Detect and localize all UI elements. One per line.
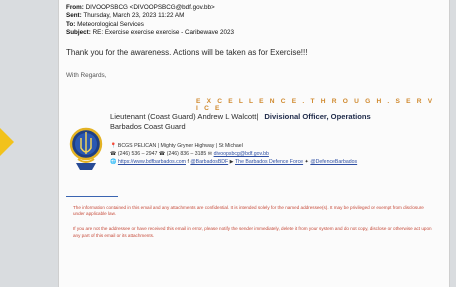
- left-arrow-icon: [0, 128, 14, 156]
- officer-name: Lieutenant (Coast Guard) Andrew L Walcot…: [110, 111, 259, 121]
- contact-details: 📍 BCGS PELICAN | Mighty Gryner Highway |…: [110, 142, 357, 166]
- sent-value: Thursday, March 23, 2023 11:22 AM: [83, 12, 185, 20]
- address-text: BCGS PELICAN | Mighty Gryner Highway | S…: [117, 142, 243, 149]
- email-body: Thank you for the awareness. Actions wil…: [59, 38, 449, 239]
- from-row: From: DIVOOPSBCG <DIVOOPSBCG@bdf.gov.bb>: [66, 4, 215, 11]
- to-value: Meteorological Services: [77, 20, 144, 28]
- facebook-link[interactable]: @BarbadosBDF: [190, 159, 228, 165]
- officer-name-line: Lieutenant (Coast Guard) Andrew L Walcot…: [110, 112, 371, 121]
- signature-block: E X C E L L E N C E . T H R O U G H . S …: [66, 98, 442, 208]
- phone-text: (246) 536 – 2947 ☎ (246) 836 – 3185: [117, 150, 207, 157]
- signature-tagline: E X C E L L E N C E . T H R O U G H . S …: [196, 97, 435, 112]
- from-value: DIVOOPSBCG <DIVOOPSBCG@bdf.gov.bb>: [85, 4, 215, 11]
- regards-text: With Regards,: [66, 71, 107, 79]
- organization-name: Barbados Coast Guard: [110, 121, 186, 131]
- links-row: 🌐 https://www.bdfbarbados.com f @Barbado…: [110, 158, 357, 166]
- youtube-link[interactable]: The Barbados Defence Force: [235, 159, 303, 165]
- confidentiality-footer: The information contained in this email …: [66, 205, 442, 239]
- email-link[interactable]: divoopsbcg@bdf.gov.bb: [214, 151, 269, 157]
- facebook-icon: f: [187, 158, 189, 165]
- officer-role: Divisional Officer, Operations: [264, 111, 371, 121]
- coast-guard-logo: [69, 127, 103, 170]
- to-row: To: Meteorological Services: [66, 20, 144, 28]
- email-panel: From: DIVOOPSBCG <DIVOOPSBCG@bdf.gov.bb>…: [58, 0, 450, 287]
- web-icon: 🌐: [110, 158, 117, 165]
- confidentiality-line-2: If you are not the addressee or have rec…: [73, 226, 432, 238]
- phone-row: ☎ (246) 536 – 2947 ☎ (246) 836 – 3185 ✉ …: [110, 150, 357, 158]
- email-icon: ✉: [207, 150, 213, 157]
- signature-divider: [66, 195, 118, 197]
- twitter-link[interactable]: @DefenceBarbados: [310, 159, 357, 165]
- subject-value: RE: Exercise exercise exercise - Caribew…: [92, 29, 234, 37]
- email-header: From: DIVOOPSBCG <DIVOOPSBCG@bdf.gov.bb>…: [59, 0, 449, 38]
- location-icon: 📍: [110, 142, 117, 149]
- phone-icon: ☎: [110, 150, 117, 157]
- website-link[interactable]: https://www.bdfbarbados.com: [118, 159, 186, 165]
- youtube-icon: ▶: [229, 158, 234, 165]
- twitter-icon: ✦: [304, 158, 309, 165]
- address-row: 📍 BCGS PELICAN | Mighty Gryner Highway |…: [110, 142, 357, 150]
- subject-row: Subject: RE: Exercise exercise exercise …: [66, 29, 234, 37]
- sent-row: Sent: Thursday, March 23, 2023 11:22 AM: [66, 12, 185, 20]
- body-text: Thank you for the awareness. Actions wil…: [66, 47, 308, 57]
